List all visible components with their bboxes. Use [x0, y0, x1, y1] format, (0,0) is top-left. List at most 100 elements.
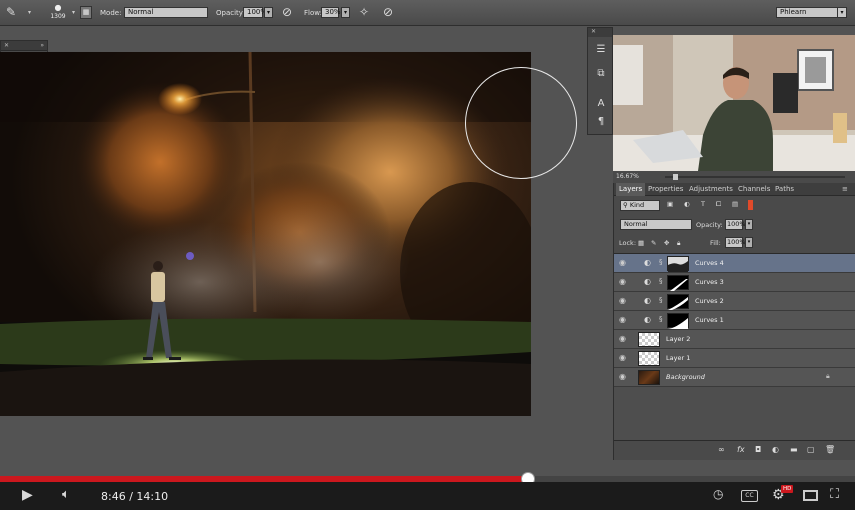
layer-row-layer-1[interactable]: ◉ Layer 1 [614, 349, 855, 368]
brush-tool-icon[interactable]: ✎ [6, 5, 16, 19]
layer-comps-icon[interactable]: ⧉ [593, 66, 609, 82]
filter-pixel-icon[interactable]: ▣ [667, 200, 673, 208]
lock-all-icon[interactable]: 🔒︎ [677, 239, 680, 248]
filter-toggle-icon[interactable] [748, 200, 753, 210]
layer-name[interactable]: Layer 2 [666, 335, 690, 343]
zoom-level[interactable]: 16.67% [616, 173, 639, 180]
layer-thumbnail-transparent[interactable] [638, 332, 660, 347]
tab-channels[interactable]: Channels [735, 183, 773, 196]
layer-name[interactable]: Layer 1 [666, 354, 690, 362]
tab-paths[interactable]: Paths [772, 183, 797, 196]
mask-link-icon[interactable]: § [659, 315, 663, 323]
brush-panel-toggle-icon[interactable]: ▦ [80, 6, 92, 19]
layer-row-layer-2[interactable]: ◉ Layer 2 [614, 330, 855, 349]
visibility-eye-icon[interactable]: ◉ [619, 335, 631, 343]
filter-kind-select[interactable]: ⚲ Kind [620, 200, 660, 211]
layer-row-curves-3[interactable]: ◉ ◐ § Curves 3 [614, 273, 855, 292]
watch-later-icon[interactable]: ◷ [713, 487, 723, 501]
layer-row-curves-1[interactable]: ◉ ◐ § Curves 1 [614, 311, 855, 330]
opacity-input[interactable]: 100% [243, 7, 267, 18]
new-group-icon[interactable]: ▬ [790, 445, 798, 454]
layer-opacity-input[interactable]: 100% [725, 219, 746, 230]
mask-link-icon[interactable]: § [659, 258, 663, 266]
layer-name[interactable]: Curves 1 [695, 316, 724, 324]
delete-layer-icon[interactable]: 🗑︎ [825, 445, 835, 454]
volume-icon[interactable]: 🔈︎ [62, 487, 70, 502]
layer-effects-icon[interactable]: fx [737, 445, 745, 454]
layer-name[interactable]: Curves 2 [695, 297, 724, 305]
play-icon[interactable]: ▶ [22, 487, 33, 503]
mode-select[interactable]: Normal [124, 7, 208, 18]
time-display: 8:46 / 14:10 [101, 490, 169, 503]
layer-row-curves-2[interactable]: ◉ ◐ § Curves 2 [614, 292, 855, 311]
workspace-select[interactable]: Phlearn [776, 7, 838, 18]
adjustment-layer-icon: ◐ [644, 315, 651, 324]
dock-header[interactable]: ✕ [588, 28, 612, 37]
lock-pixels-icon[interactable]: ✎ [651, 239, 656, 247]
zoom-slider-track[interactable] [665, 176, 845, 178]
new-adjustment-layer-icon[interactable]: ◐ [772, 445, 779, 454]
layer-mask-thumbnail[interactable] [667, 294, 689, 310]
layer-name[interactable]: Curves 3 [695, 278, 724, 286]
layer-row-background[interactable]: ◉ Background 🔒︎ [614, 368, 855, 387]
theater-mode-icon[interactable] [803, 490, 818, 501]
flow-input[interactable]: 30% [321, 7, 341, 18]
zoom-slider-handle[interactable] [673, 174, 678, 180]
background-layer-thumbnail[interactable] [638, 370, 660, 385]
pressure-size-icon[interactable]: ⊘ [383, 5, 393, 19]
layer-mask-thumbnail[interactable] [667, 313, 689, 329]
tool-preset-chevron-icon[interactable]: ▾ [28, 9, 31, 16]
opacity-label: Opacity: [216, 9, 245, 17]
visibility-eye-icon[interactable]: ◉ [619, 278, 631, 286]
flow-dropdown-icon[interactable]: ▾ [341, 7, 350, 18]
brush-preset-picker[interactable]: ● 1309 [47, 3, 69, 23]
filter-smart-object-icon[interactable]: ▤ [732, 200, 738, 208]
document-canvas[interactable] [0, 52, 531, 416]
collapse-icon[interactable]: » [40, 42, 44, 49]
layer-name[interactable]: Curves 4 [695, 259, 724, 267]
visibility-eye-icon[interactable]: ◉ [619, 373, 631, 381]
brush-picker-chevron-icon[interactable]: ▾ [72, 9, 75, 16]
opacity-dropdown-icon[interactable]: ▾ [264, 7, 273, 18]
adjustments-sliders-icon[interactable]: ☰ [593, 42, 609, 58]
layer-opacity-dropdown-icon[interactable]: ▾ [745, 219, 753, 230]
visibility-eye-icon[interactable]: ◉ [619, 259, 631, 267]
airbrush-icon[interactable]: ✧ [359, 5, 369, 19]
pressure-opacity-icon[interactable]: ⊘ [282, 5, 292, 19]
panel-menu-icon[interactable]: ≡ [842, 185, 848, 193]
fill-dropdown-icon[interactable]: ▾ [745, 237, 753, 248]
filter-shape-icon[interactable]: ⧠ [716, 200, 721, 209]
tab-layers[interactable]: Layers [616, 183, 646, 196]
hd-badge: HD [781, 485, 794, 493]
layer-mask-thumbnail[interactable] [667, 275, 689, 291]
tab-properties[interactable]: Properties [645, 183, 686, 196]
visibility-eye-icon[interactable]: ◉ [619, 354, 631, 362]
lock-position-icon[interactable]: ✥ [664, 239, 669, 247]
navigator-bar: 16.67% [613, 171, 855, 183]
visibility-eye-icon[interactable]: ◉ [619, 297, 631, 305]
close-icon[interactable]: ✕ [4, 42, 9, 49]
layer-mask-thumbnail[interactable] [667, 256, 689, 272]
layer-name[interactable]: Background [666, 373, 705, 381]
link-layers-icon[interactable]: ∞ [718, 445, 725, 454]
character-panel-icon[interactable]: A [593, 96, 609, 112]
mask-link-icon[interactable]: § [659, 296, 663, 304]
filter-adjustment-icon[interactable]: ◐ [684, 200, 690, 208]
fill-input[interactable]: 100% [725, 237, 746, 248]
lock-transparency-icon[interactable]: ▦ [638, 239, 644, 247]
layer-row-curves-4[interactable]: ◉ ◐ § Curves 4 [614, 254, 855, 273]
new-layer-icon[interactable]: ▢ [807, 445, 815, 454]
mask-link-icon[interactable]: § [659, 277, 663, 285]
paragraph-panel-icon[interactable]: ¶ [593, 114, 609, 130]
filter-type-icon[interactable]: T [701, 200, 705, 208]
captions-button[interactable]: CC [741, 490, 758, 502]
visibility-eye-icon[interactable]: ◉ [619, 316, 631, 324]
add-mask-icon[interactable]: ◘ [755, 445, 761, 454]
fullscreen-icon[interactable]: ⛶ [830, 487, 839, 502]
blend-mode-select[interactable]: Normal [620, 219, 692, 230]
tools-panel-header[interactable]: ✕ » [1, 41, 47, 51]
layers-bottom-bar: ∞ fx ◘ ◐ ▬ ▢ 🗑︎ [614, 440, 855, 460]
layer-thumbnail-transparent[interactable] [638, 351, 660, 366]
workspace-dropdown-icon[interactable]: ▾ [838, 7, 847, 18]
tab-adjustments[interactable]: Adjustments [686, 183, 736, 196]
